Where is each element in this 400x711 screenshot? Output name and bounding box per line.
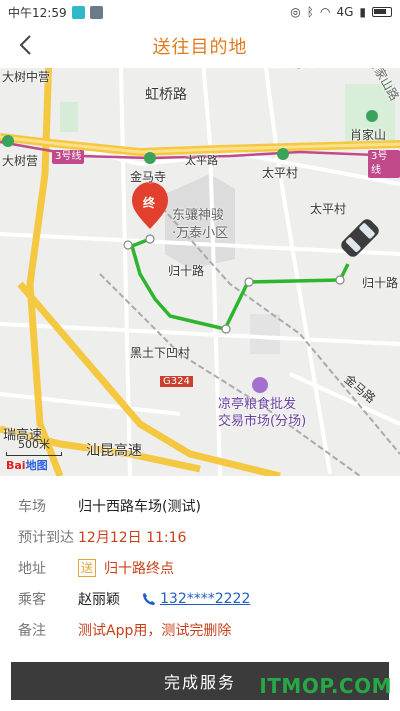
info-row-eta: 预计到达 12月12日 11:16 (18, 521, 382, 552)
remark-label: 备注 (18, 622, 46, 639)
map-scale-bar (6, 452, 62, 456)
map-label-taiping-village: 太平村 (262, 166, 299, 180)
status-time: 中午12:59 (8, 5, 67, 20)
passenger-name: 赵丽颖 (78, 591, 120, 608)
watermark: ITMOP.COM (259, 674, 392, 698)
info-row-passenger: 乘客 赵丽颖 132****2222 (18, 583, 382, 614)
info-row-address: 地址 送 归十路终点 (18, 552, 382, 583)
passenger-phone-number: 132****2222 (160, 590, 251, 607)
map-label-taiping-village-2: 太平村 (310, 202, 347, 216)
map-label-jinmasi: 金马寺 (130, 170, 167, 184)
passenger-phone-link[interactable]: 132****2222 (142, 591, 250, 607)
bluetooth-icon: ᛒ (306, 5, 314, 19)
address-label: 地址 (18, 560, 46, 577)
network-type: 4G (336, 5, 354, 19)
wifi-icon: ◠ (319, 5, 331, 19)
destination-marker-label: 终 (143, 196, 156, 210)
metro-line-3-badge-left: 3号线 (52, 150, 85, 164)
map-label-liangting-2: 交易市场(分场) (218, 414, 307, 429)
status-bar: 中午12:59 ◎ ᛒ ◠ 4G ▮ (0, 0, 400, 24)
map-label-heitu: 黑土下凹村 (130, 346, 191, 360)
yard-label: 车场 (18, 498, 46, 515)
yard-value: 归十西路车场(测试) (78, 498, 201, 515)
page-title: 送往目的地 (152, 37, 248, 58)
eta-label: 预计到达 (18, 529, 74, 546)
map-label-dashuying: 大树营 (2, 154, 39, 168)
map-label-dashuzhongying: 大树中营 (2, 70, 51, 84)
map-label-hongqiao-road: 虹桥路 (145, 87, 187, 103)
map-label-dongxiang: 东骧神骏 (172, 208, 225, 223)
map-label-shankun-highway: 汕昆高速 (86, 443, 142, 459)
map-label-liangting-1: 凉亭粮食批发 (218, 397, 297, 412)
order-info-panel: 车场 归十西路车场(测试) 预计到达 12月12日 11:16 地址 送 归十路… (0, 476, 400, 656)
eta-value: 12月12日 11:16 (78, 529, 187, 546)
battery-icon (372, 7, 392, 17)
address-value: 归十路终点 (104, 560, 175, 577)
baidu-logo: Bai地图 (6, 459, 48, 472)
title-bar: 送往目的地 (0, 24, 400, 68)
info-row-remark: 备注 测试App用，测试完删除 (18, 614, 382, 645)
alarm-icon: ◎ (290, 5, 301, 19)
map-label-wantai: ·万泰小区 (172, 226, 229, 241)
map-label-guishi-road-2: 归十路 (362, 276, 399, 290)
remark-value: 测试App用，测试完删除 (78, 622, 232, 639)
chevron-left-icon (19, 35, 31, 55)
info-row-yard: 车场 归十西路车场(测试) (18, 490, 382, 521)
message-notification-icon (89, 5, 103, 19)
back-button[interactable] (10, 28, 40, 62)
passenger-label: 乘客 (18, 591, 46, 608)
app-notification-icon (71, 5, 85, 19)
delivery-tag: 送 (78, 558, 97, 577)
metro-line-3-badge-right: 3号线 (368, 150, 400, 178)
map-label-taiping-road: 太平路 (185, 154, 218, 167)
map-scale-label: 500米 (18, 438, 50, 451)
map-canvas (0, 24, 400, 476)
map-view[interactable]: 大树中营 虹桥路 金沙小区 肖家山路 肖家山 大树营 3号线 3号线 金马寺 太… (0, 24, 400, 476)
map-label-guishi-road: 归十路 (168, 264, 205, 278)
signal-icon: ▮ (359, 5, 366, 19)
map-label-xiaojiashan: 肖家山 (350, 128, 387, 142)
highway-g324-badge: G324 (160, 376, 193, 387)
phone-icon (143, 592, 155, 605)
